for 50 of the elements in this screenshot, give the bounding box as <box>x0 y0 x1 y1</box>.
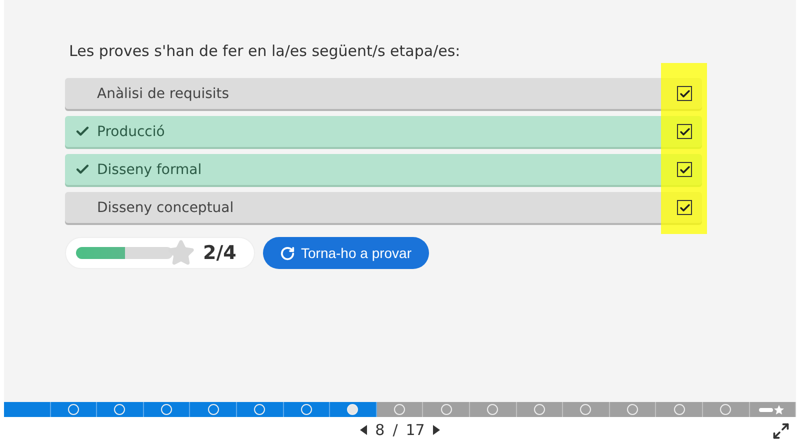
checkbox[interactable] <box>677 86 692 101</box>
step-dot-icon <box>440 404 452 415</box>
progress-step[interactable] <box>236 402 284 417</box>
progress-step[interactable] <box>423 402 470 417</box>
retry-button[interactable]: Torna-ho a provar <box>263 237 429 269</box>
fullscreen-button[interactable] <box>772 422 790 440</box>
previous-button[interactable] <box>360 425 368 435</box>
progress-step[interactable] <box>190 402 237 417</box>
checkbox[interactable] <box>677 200 692 215</box>
next-button[interactable] <box>432 425 440 435</box>
page-separator: / <box>392 421 398 439</box>
progress-step[interactable] <box>144 402 190 417</box>
step-dot-icon <box>627 404 638 415</box>
step-dot-icon <box>534 404 545 415</box>
step-dot-icon <box>674 404 685 415</box>
checkbox[interactable] <box>677 162 692 177</box>
score-text: 2/4 <box>203 242 236 264</box>
refresh-icon <box>280 246 295 260</box>
step-dot-icon <box>394 404 406 415</box>
step-dot-icon <box>208 404 219 415</box>
progress-step[interactable] <box>750 402 796 417</box>
progress-step[interactable] <box>330 402 377 417</box>
progress-step[interactable] <box>284 402 330 417</box>
progress-step[interactable] <box>470 402 517 417</box>
checkbox[interactable] <box>677 124 692 139</box>
progress-step[interactable] <box>656 402 703 417</box>
option-label: Disseny conceptual <box>97 200 235 216</box>
progress-step[interactable] <box>702 402 750 417</box>
progress-step[interactable] <box>97 402 144 417</box>
progress-step[interactable] <box>50 402 98 417</box>
step-dot-icon <box>114 404 126 415</box>
step-dot-icon <box>300 404 312 415</box>
progress-step[interactable] <box>516 402 564 417</box>
progress-step[interactable] <box>376 402 424 417</box>
step-dot-icon <box>720 404 732 415</box>
score-star-icon <box>759 404 786 414</box>
step-dot-icon <box>161 404 172 415</box>
step-dot-icon <box>68 404 79 415</box>
step-dot-icon <box>254 404 266 415</box>
option-label: Anàlisi de requisits <box>97 86 230 102</box>
page-current: 8 <box>375 421 385 439</box>
question-text: Les proves s'han de fer en la/es següent/s etapa/es: <box>69 42 462 60</box>
page-total: 17 <box>406 421 425 439</box>
progress-step[interactable] <box>563 402 610 417</box>
progress-step[interactable] <box>610 402 656 417</box>
option-label: Disseny formal <box>97 162 203 178</box>
option-label: Producció <box>97 124 166 140</box>
step-dot-icon <box>580 404 592 415</box>
step-dot-icon <box>347 404 358 415</box>
step-dot-icon <box>487 404 498 415</box>
